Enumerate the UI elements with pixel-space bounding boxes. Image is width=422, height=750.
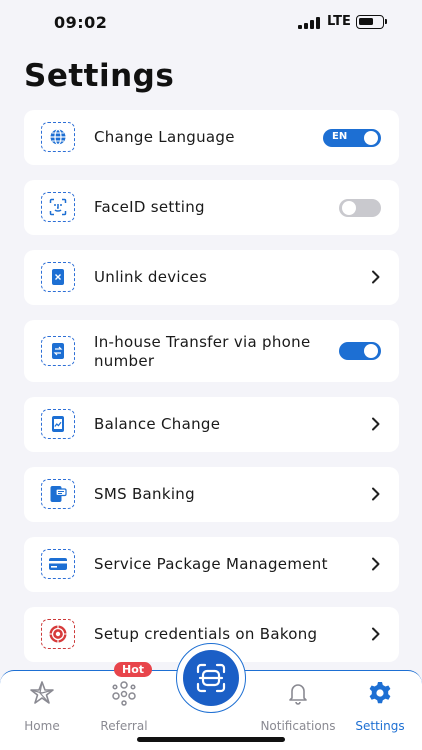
faceid-toggle[interactable] (339, 199, 381, 217)
setting-sms-banking[interactable]: SMS Banking (24, 467, 399, 522)
page-title: Settings (24, 58, 175, 94)
chevron-right-icon (372, 557, 380, 571)
setting-balance-change[interactable]: Balance Change (24, 397, 399, 452)
scan-button[interactable] (183, 650, 239, 706)
bakong-icon (41, 619, 75, 649)
battery-icon (356, 15, 387, 29)
balance-chart-icon (41, 409, 75, 439)
inhouse-transfer-toggle[interactable] (339, 342, 381, 360)
gear-icon (369, 682, 391, 704)
setting-label: FaceID setting (94, 198, 205, 216)
setting-label: Balance Change (94, 415, 221, 433)
language-code: EN (332, 131, 348, 142)
network-type: LTE (327, 14, 351, 29)
bell-icon (289, 684, 307, 705)
setting-label: Change Language (94, 128, 235, 146)
hot-badge: Hot (114, 662, 152, 677)
setting-label: Unlink devices (94, 268, 208, 286)
setting-label: Setup credentials on Bakong (94, 625, 318, 643)
nav-referral[interactable]: Referral (84, 679, 164, 733)
setting-inhouse-transfer[interactable]: In-house Transfer via phone number (24, 320, 399, 382)
setting-unlink-devices[interactable]: Unlink devices (24, 250, 399, 305)
chevron-right-icon (372, 487, 380, 501)
globe-icon (41, 122, 75, 152)
nav-label: Referral (100, 719, 148, 733)
setting-faceid[interactable]: FaceID setting (24, 180, 399, 235)
language-toggle[interactable]: EN (323, 129, 381, 147)
nav-settings[interactable]: Settings (340, 679, 420, 733)
referral-icon (112, 681, 136, 706)
chevron-right-icon (372, 417, 380, 431)
setting-change-language[interactable]: Change Language EN (24, 110, 399, 165)
home-indicator (137, 737, 285, 742)
scan-icon (196, 663, 226, 693)
phone-transfer-icon (41, 336, 75, 366)
nav-label: Notifications (260, 719, 336, 733)
nav-notifications[interactable]: Notifications (258, 679, 338, 733)
nav-home[interactable]: Home (2, 679, 82, 733)
setting-label: SMS Banking (94, 485, 195, 503)
setting-label: In-house Transfer via phone number (94, 333, 311, 370)
chevron-right-icon (372, 270, 380, 284)
home-star-icon (30, 681, 54, 704)
unlink-device-icon (41, 262, 75, 292)
setting-label: Service Package Management (94, 555, 328, 573)
nav-label: Home (24, 719, 60, 733)
nav-label: Settings (355, 719, 405, 733)
card-icon (41, 549, 75, 579)
face-id-icon (41, 192, 75, 222)
status-time: 09:02 (54, 13, 108, 32)
sms-phone-icon (41, 479, 75, 509)
signal-icon (298, 17, 320, 29)
chevron-right-icon (372, 627, 380, 641)
setting-service-package[interactable]: Service Package Management (24, 537, 399, 592)
status-bar: 09:02 LTE (0, 0, 422, 46)
